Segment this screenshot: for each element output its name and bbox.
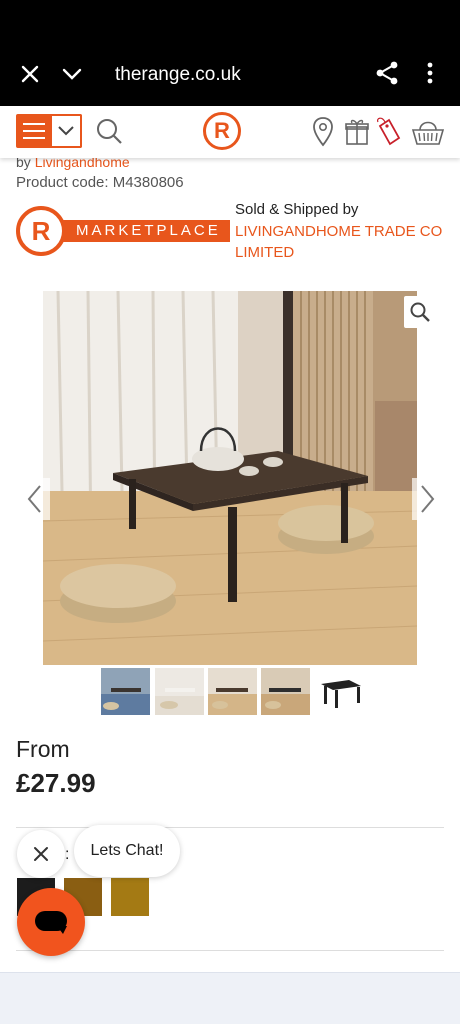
thumbnail-2[interactable]	[155, 668, 204, 715]
price-prefix: From	[16, 736, 70, 762]
product-image[interactable]	[43, 291, 417, 665]
menu-button[interactable]	[16, 114, 52, 148]
more-options-icon[interactable]	[418, 60, 442, 86]
product-code: Product code: M4380806	[16, 174, 184, 191]
sold-by-title: Sold & Shipped by	[235, 201, 359, 218]
marketplace-label: MARKETPLACE	[54, 220, 230, 242]
colour-label: :	[65, 846, 70, 863]
status-bar	[0, 0, 460, 44]
basket-icon[interactable]	[410, 116, 446, 148]
previous-image-arrow[interactable]	[20, 478, 50, 520]
magnifier-icon	[410, 302, 430, 322]
marketplace-logo-letter: R	[16, 206, 66, 256]
product-photo	[43, 291, 417, 665]
chat-prompt[interactable]: Lets Chat!	[74, 825, 180, 877]
url-text[interactable]: therange.co.uk	[115, 64, 241, 86]
menu-dropdown-button[interactable]	[52, 114, 82, 148]
chat-dismiss-button[interactable]	[17, 830, 65, 878]
bottom-bar	[0, 972, 460, 1024]
gift-icon[interactable]	[344, 116, 370, 148]
colour-swatch-oak[interactable]	[111, 878, 149, 916]
chat-button[interactable]	[17, 888, 85, 956]
deals-tag-icon[interactable]	[374, 116, 402, 148]
next-image-arrow[interactable]	[412, 478, 442, 520]
chevron-down-icon	[58, 126, 74, 136]
divider	[16, 827, 444, 828]
seller-link[interactable]: LIVINGANDHOME TRADE CO LIMITED	[235, 221, 455, 263]
chevron-down-icon[interactable]	[60, 62, 84, 86]
zoom-button[interactable]	[404, 296, 436, 328]
site-header: R	[0, 106, 460, 158]
marketplace-logo: R MARKETPLACE	[16, 206, 230, 256]
browser-toolbar: therange.co.uk	[0, 44, 460, 106]
thumbnail-4[interactable]	[261, 668, 310, 715]
share-icon[interactable]	[374, 60, 400, 86]
close-tab-icon[interactable]	[18, 62, 42, 86]
thumbnail-3[interactable]	[208, 668, 257, 715]
price: £27.99	[16, 768, 96, 798]
divider	[16, 950, 444, 951]
search-icon[interactable]	[95, 116, 123, 146]
close-icon	[34, 847, 48, 861]
store-locator-icon[interactable]	[311, 116, 335, 148]
thumbnail-1[interactable]	[101, 668, 150, 715]
site-logo[interactable]: R	[203, 112, 241, 150]
thumbnail-5[interactable]	[315, 668, 364, 715]
